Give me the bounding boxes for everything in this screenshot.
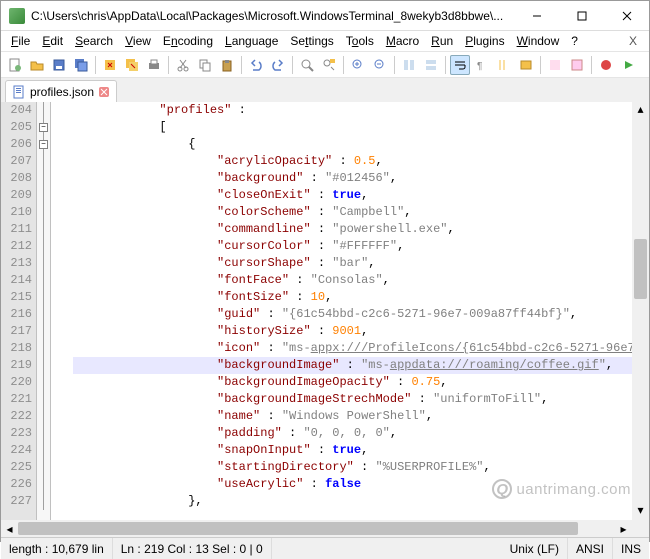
menu-language[interactable]: Language [219,33,284,49]
menu-file[interactable]: File [5,33,36,49]
menu-close-tab[interactable]: X [621,33,645,49]
horizontal-scrollbar[interactable]: ◂ ▸ [1,520,649,537]
menu-search[interactable]: Search [69,33,119,49]
zoom-in-icon[interactable] [348,55,368,75]
save-all-icon[interactable] [71,55,91,75]
menu-window[interactable]: Window [511,33,566,49]
menu-encoding[interactable]: Encoding [157,33,219,49]
menu-tools[interactable]: Tools [340,33,380,49]
doc-map-icon[interactable] [545,55,565,75]
tab-close-icon[interactable] [98,86,110,98]
scroll-thumb-h[interactable] [18,522,578,535]
replace-icon[interactable] [319,55,339,75]
maximize-button[interactable] [559,1,604,30]
macro-play-icon[interactable] [618,55,638,75]
redo-icon[interactable] [268,55,288,75]
tab-profiles-json[interactable]: profiles.json [5,80,117,102]
menu-macro[interactable]: Macro [380,33,425,49]
menu-edit[interactable]: Edit [36,33,69,49]
tab-bar: profiles.json [1,78,649,102]
window-title: C:\Users\chris\AppData\Local\Packages\Mi… [31,9,514,23]
window-controls [514,1,649,30]
cut-icon[interactable] [173,55,193,75]
menu-help[interactable]: ? [565,33,584,49]
indent-guide-icon[interactable] [494,55,514,75]
zoom-out-icon[interactable] [370,55,390,75]
menu-settings[interactable]: Settings [284,33,339,49]
menu-run[interactable]: Run [425,33,459,49]
menu-bar: File Edit Search View Encoding Language … [1,31,649,52]
svg-text:¶: ¶ [477,61,482,72]
file-icon [12,85,26,99]
close-all-icon[interactable] [122,55,142,75]
macro-rec-icon[interactable] [596,55,616,75]
code-area[interactable]: "profiles" : [ { "acrylicOpacity" : 0.5,… [69,102,632,520]
scroll-right-icon[interactable]: ▸ [615,520,632,537]
marker-gutter [51,102,69,520]
line-number-gutter: 2042052062072082092102112122132142152162… [1,102,37,520]
status-encoding[interactable]: ANSI [568,538,613,559]
doc-list-icon[interactable] [567,55,587,75]
open-file-icon[interactable] [27,55,47,75]
scroll-up-icon[interactable]: ▴ [632,102,649,119]
close-button[interactable] [604,1,649,30]
new-file-icon[interactable] [5,55,25,75]
tab-filename: profiles.json [30,85,94,99]
close-file-icon[interactable] [100,55,120,75]
show-chars-icon[interactable]: ¶ [472,55,492,75]
find-icon[interactable] [297,55,317,75]
editor[interactable]: 2042052062072082092102112122132142152162… [1,102,649,520]
save-icon[interactable] [49,55,69,75]
undo-icon[interactable] [246,55,266,75]
status-insert-mode[interactable]: INS [613,538,649,559]
copy-icon[interactable] [195,55,215,75]
paste-icon[interactable] [217,55,237,75]
scroll-down-icon[interactable]: ▾ [632,503,649,520]
menu-view[interactable]: View [119,33,157,49]
fold-gutter[interactable]: −− [37,102,51,520]
scroll-left-icon[interactable]: ◂ [1,520,18,537]
wordwrap-icon[interactable] [450,55,470,75]
status-length: length : 10,679 lin [1,538,113,559]
status-position: Ln : 219 Col : 13 Sel : 0 | 0 [113,538,272,559]
print-icon[interactable] [144,55,164,75]
lang-icon[interactable] [516,55,536,75]
title-bar: C:\Users\chris\AppData\Local\Packages\Mi… [1,1,649,31]
app-icon [9,8,25,24]
status-bar: length : 10,679 lin Ln : 219 Col : 13 Se… [1,537,649,559]
scroll-thumb[interactable] [634,239,647,299]
toolbar: ¶ [1,52,649,78]
minimize-button[interactable] [514,1,559,30]
status-eol[interactable]: Unix (LF) [502,538,568,559]
vertical-scrollbar[interactable]: ▴ ▾ [632,102,649,520]
sync-h-icon[interactable] [421,55,441,75]
menu-plugins[interactable]: Plugins [459,33,510,49]
sync-v-icon[interactable] [399,55,419,75]
